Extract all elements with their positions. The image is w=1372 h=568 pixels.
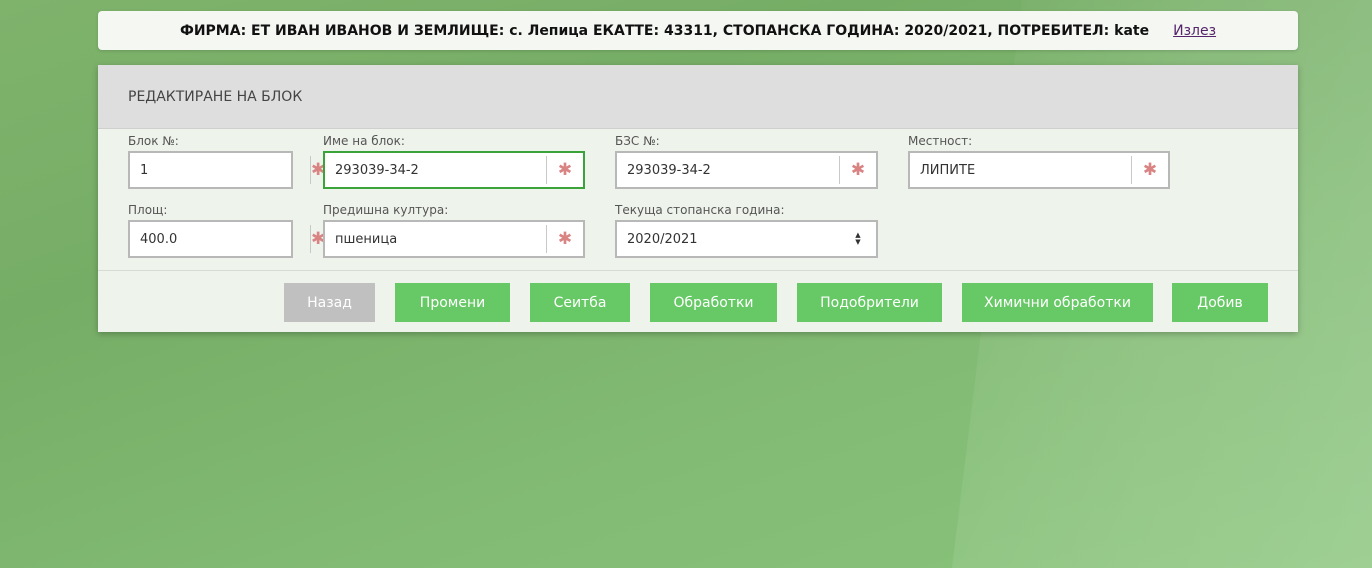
block-name-input[interactable] <box>325 153 546 187</box>
block-no-box: ✱ <box>128 151 325 189</box>
session-info: ФИРМА: ЕТ ИВАН ИВАНОВ И ЗЕМЛИЩЕ: с. Лепи… <box>179 22 1150 39</box>
locality-box: ✱ <box>908 151 1170 189</box>
required-asterisk-icon: ✱ <box>839 156 876 184</box>
required-asterisk-icon: ✱ <box>546 156 583 184</box>
chemical-treatments-button[interactable]: Химични обработки <box>962 283 1153 322</box>
block-no-input[interactable] <box>130 153 310 187</box>
prev-crop-field: Предишна култура: ✱ <box>323 202 585 258</box>
current-year-select[interactable]: 2020/2021 ▲ ▼ <box>615 220 878 258</box>
block-name-field: Име на блок: ✱ <box>323 133 585 189</box>
current-year-label: Текуща стопанска година: <box>615 203 785 217</box>
current-year-field: Текуща стопанска година: 2020/2021 ▲ ▼ <box>615 202 878 258</box>
required-asterisk-icon: ✱ <box>546 225 583 253</box>
bzs-no-input[interactable] <box>617 153 839 187</box>
block-no-label: Блок №: <box>128 134 179 148</box>
prev-crop-label: Предишна култура: <box>323 203 449 217</box>
top-info-bar: ФИРМА: ЕТ ИВАН ИВАНОВ И ЗЕМЛИЩЕ: с. Лепи… <box>98 11 1298 50</box>
panel-title: РЕДАКТИРАНЕ НА БЛОК <box>98 65 1298 129</box>
treatments-button[interactable]: Обработки <box>650 283 777 322</box>
footer-divider <box>98 270 1298 271</box>
area-input[interactable] <box>130 222 310 256</box>
locality-field: Местност: ✱ <box>908 133 1170 189</box>
area-field: Площ: ✱ <box>128 202 325 258</box>
bzs-no-box: ✱ <box>615 151 878 189</box>
block-name-box: ✱ <box>323 151 585 189</box>
fertilizers-button[interactable]: Подобрители <box>797 283 942 322</box>
up-down-arrows-icon: ▲ ▼ <box>855 231 861 246</box>
block-name-label: Име на блок: <box>323 134 405 148</box>
area-label: Площ: <box>128 203 168 217</box>
locality-input[interactable] <box>910 153 1131 187</box>
locality-label: Местност: <box>908 134 973 148</box>
required-asterisk-icon: ✱ <box>1131 156 1168 184</box>
edit-block-panel: РЕДАКТИРАНЕ НА БЛОК Блок №: ✱ Име на бло… <box>98 65 1298 332</box>
logout-link[interactable]: Излез <box>1173 23 1216 39</box>
bzs-no-field: БЗС №: ✱ <box>615 133 878 189</box>
prev-crop-box: ✱ <box>323 220 585 258</box>
bzs-no-label: БЗС №: <box>615 134 660 148</box>
current-year-value: 2020/2021 <box>627 231 698 247</box>
area-box: ✱ <box>128 220 325 258</box>
yield-button[interactable]: Добив <box>1172 283 1268 322</box>
prev-crop-input[interactable] <box>325 222 546 256</box>
sowing-button[interactable]: Сеитба <box>530 283 630 322</box>
block-no-field: Блок №: ✱ <box>128 133 325 189</box>
change-button[interactable]: Промени <box>395 283 510 322</box>
back-button[interactable]: Назад <box>284 283 375 322</box>
